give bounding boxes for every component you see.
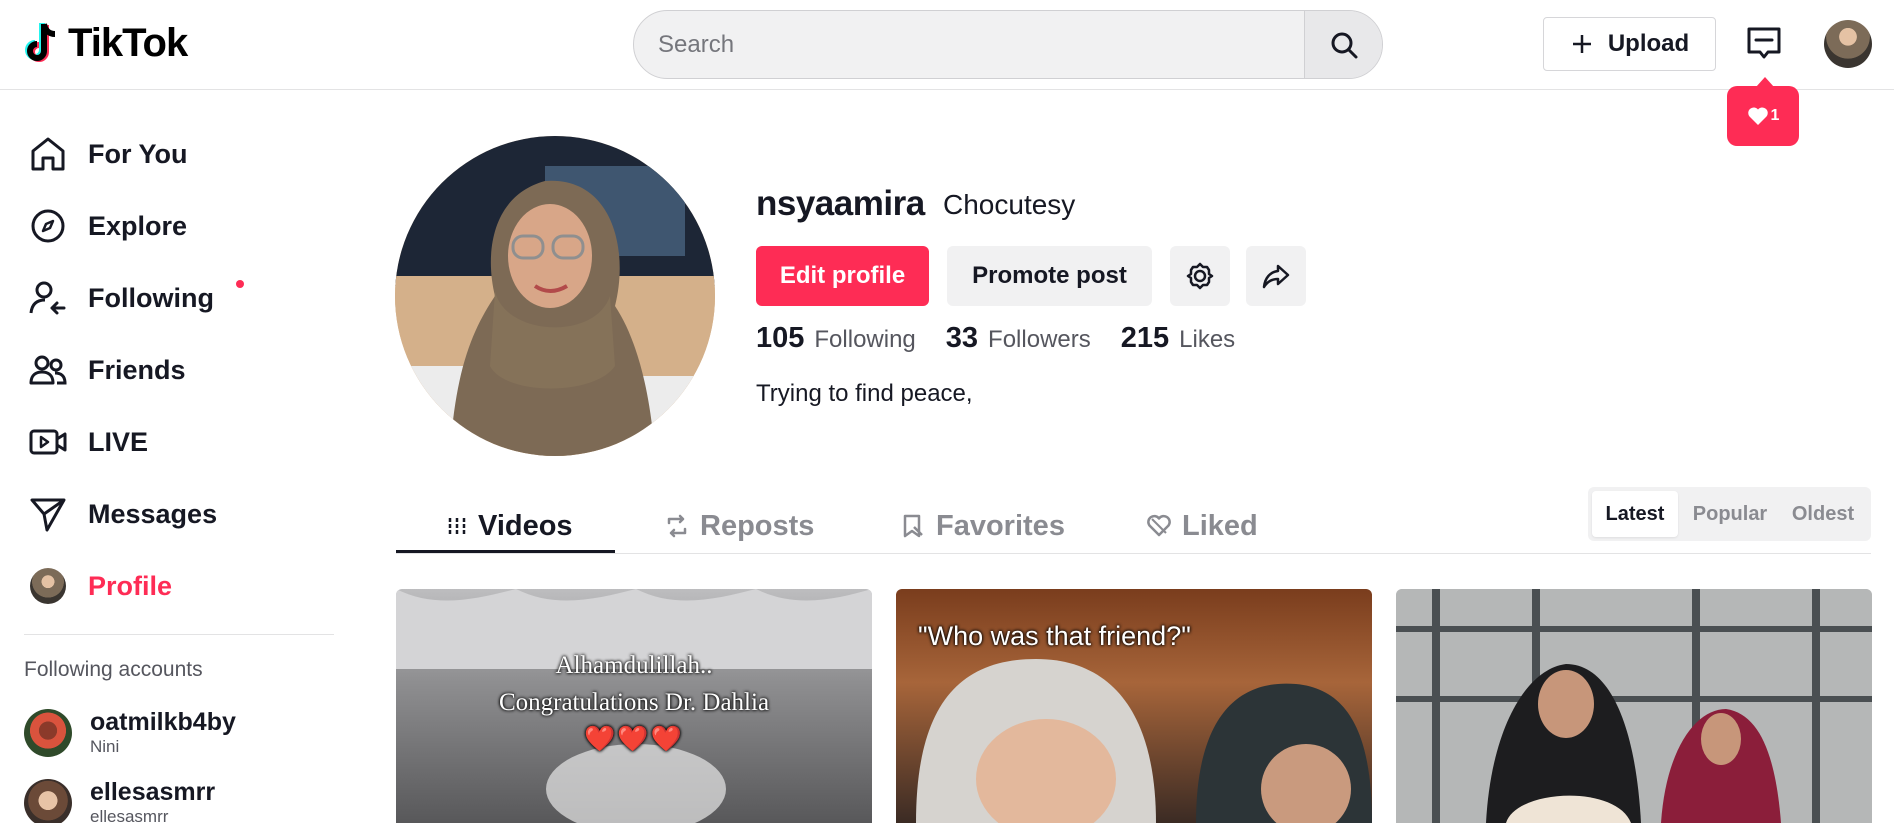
search-button[interactable] (1304, 11, 1382, 78)
tab-liked[interactable]: Liked (1146, 500, 1258, 552)
profile-stats: 105 Following 33 Followers 215 Likes (756, 322, 1235, 355)
account-nickname: Nini (90, 737, 120, 756)
stat-value: 33 (945, 322, 979, 354)
home-icon (31, 137, 65, 171)
stat-value: 105 (756, 322, 805, 354)
sidebar-item-label: Friends (88, 354, 186, 385)
avatar (30, 568, 66, 604)
sidebar-divider (24, 634, 334, 635)
friends-icon (29, 355, 67, 385)
notification-count: 1 (1770, 107, 1780, 124)
live-icon (29, 429, 67, 455)
send-icon (30, 498, 66, 532)
following-accounts-title: Following accounts (24, 658, 203, 681)
sidebar-item-messages[interactable]: Messages (28, 488, 217, 540)
tab-reposts[interactable]: Reposts (664, 500, 814, 552)
tab-videos[interactable]: Videos (446, 500, 573, 552)
sidebar: For You Explore Following Friends LIVE M… (0, 90, 340, 823)
sidebar-item-label: LIVE (88, 426, 149, 457)
account-name: oatmilkb4by (90, 708, 236, 736)
tiktok-note-icon (25, 23, 56, 62)
caption-emoji: ❤️❤️❤️ (584, 726, 684, 753)
stat-value: 215 (1120, 322, 1170, 354)
search-icon (1331, 32, 1357, 58)
new-content-dot (235, 280, 244, 288)
sidebar-item-for-you[interactable]: For You (28, 128, 188, 180)
edit-profile-button[interactable]: Edit profile (756, 246, 929, 306)
grid-icon (448, 518, 466, 534)
tabs-divider (396, 553, 1871, 554)
tiktok-logo[interactable]: TikTok (22, 18, 188, 68)
sort-toggle: Latest Popular Oldest (1588, 487, 1871, 541)
profile-photo-image (395, 136, 715, 456)
video-thumbnail[interactable] (1396, 589, 1872, 823)
heart-icon (1747, 107, 1768, 125)
sort-oldest[interactable]: Oldest (1780, 491, 1866, 537)
avatar (24, 709, 72, 757)
following-account-item[interactable]: oatmilkb4by Nini (24, 708, 236, 758)
promote-post-button[interactable]: Promote post (947, 246, 1152, 306)
plus-icon (1572, 35, 1591, 53)
video-caption: Alhamdulillah.. Congratulations Dr. Dahl… (396, 647, 872, 758)
video-background (1396, 589, 1872, 823)
sidebar-item-label: For You (88, 138, 188, 169)
search-bar (633, 10, 1383, 79)
avatar (24, 779, 72, 823)
profile-bio: Trying to find peace, (756, 380, 973, 407)
sort-popular[interactable]: Popular (1684, 491, 1776, 537)
tab-label: Liked (1182, 509, 1258, 542)
upload-label: Upload (1607, 30, 1690, 57)
tab-label: Videos (478, 509, 573, 542)
logo-text: TikTok (68, 20, 188, 65)
search-input[interactable] (658, 11, 1318, 78)
sidebar-item-live[interactable]: LIVE (28, 416, 148, 468)
sort-latest[interactable]: Latest (1592, 491, 1678, 537)
tab-label: Favorites (936, 509, 1065, 542)
video-thumbnail[interactable]: "Who was that friend?" (896, 589, 1372, 823)
video-caption: "Who was that friend?" (918, 621, 1191, 651)
compass-icon (31, 209, 65, 243)
sidebar-item-label: Explore (88, 210, 188, 241)
tab-favorites[interactable]: Favorites (900, 500, 1065, 552)
sidebar-item-label: Following (88, 282, 214, 313)
sidebar-item-label: Profile (88, 570, 173, 601)
stat-following[interactable]: 105 Following (756, 322, 916, 355)
sidebar-item-friends[interactable]: Friends (28, 344, 186, 396)
top-bar: TikTok Upload (0, 0, 1894, 90)
user-follow-icon (29, 281, 66, 315)
sidebar-item-profile[interactable]: Profile (28, 560, 172, 612)
upload-button[interactable]: Upload (1543, 17, 1716, 71)
account-nickname: ellesasmrr (90, 807, 169, 823)
share-button[interactable] (1246, 246, 1306, 306)
stat-label: Likes (1179, 326, 1236, 353)
video-thumbnail[interactable]: Alhamdulillah.. Congratulations Dr. Dahl… (396, 589, 872, 823)
settings-button[interactable] (1170, 246, 1230, 306)
sidebar-item-explore[interactable]: Explore (28, 200, 187, 252)
heart-icon (1147, 514, 1171, 537)
stat-label: Followers (988, 326, 1091, 353)
caption-line: Congratulations Dr. Dahlia (498, 689, 770, 716)
repost-icon (667, 514, 687, 538)
gear-icon (1186, 262, 1214, 290)
sidebar-item-label: Messages (88, 498, 218, 529)
user-avatar[interactable] (1824, 20, 1872, 68)
profile-photo[interactable] (395, 136, 715, 456)
bookmark-icon (903, 514, 923, 538)
caption-line: Alhamdulillah.. (555, 652, 713, 679)
stat-followers[interactable]: 33 Followers (946, 322, 1091, 355)
account-name: ellesasmrr (90, 778, 216, 806)
inbox-icon[interactable] (1744, 24, 1784, 64)
stat-likes: 215 Likes (1121, 322, 1235, 355)
likes-notification-badge[interactable]: 1 (1727, 77, 1799, 146)
stat-label: Following (814, 326, 916, 353)
following-account-item[interactable]: ellesasmrr ellesasmrr (24, 778, 215, 823)
tab-label: Reposts (700, 509, 815, 542)
share-icon (1262, 264, 1290, 289)
profile-nickname: Chocutesy (943, 189, 1076, 220)
sidebar-item-following[interactable]: Following (28, 272, 244, 324)
profile-username: nsyaamira (756, 184, 925, 223)
